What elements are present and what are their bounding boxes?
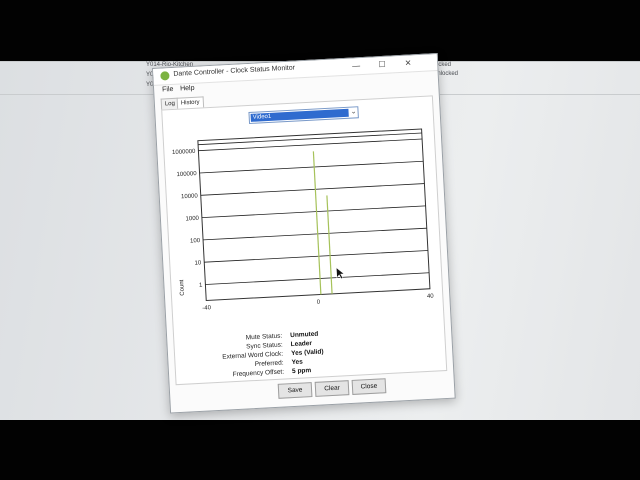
y-tick-label: 1000000 <box>172 149 196 156</box>
word-clock-value: Yes (Valid) <box>290 348 324 358</box>
sync-status-value: Leader <box>290 340 313 349</box>
preferred-value: Yes <box>291 358 303 367</box>
mute-status-label: Mute Status: <box>245 332 283 342</box>
y-tick-label: 100 <box>190 238 201 245</box>
save-button[interactable]: Save <box>277 382 313 399</box>
x-tick-label: 0 <box>317 299 321 305</box>
history-panel: Video1 ⌄ 1 10 100 1000 10000 100000 1000000 -40… <box>161 95 448 386</box>
device-select[interactable]: Video1 ⌄ <box>248 106 359 124</box>
y-tick-label: 10000 <box>181 193 199 200</box>
y-tick-label: 100000 <box>176 171 197 178</box>
letterbox-bottom <box>0 420 640 480</box>
menu-help[interactable]: Help <box>180 85 195 93</box>
y-axis-label: Count <box>179 279 186 296</box>
chevron-down-icon[interactable]: ⌄ <box>350 107 357 117</box>
frequency-offset-value: 5 ppm <box>291 367 312 376</box>
frequency-offset-label: Frequency Offset: <box>232 368 285 379</box>
preferred-label: Preferred: <box>254 359 284 369</box>
clear-button[interactable]: Clear <box>314 380 350 397</box>
device-select-value: Video1 <box>250 108 349 122</box>
close-window-button[interactable]: ✕ <box>399 56 418 71</box>
y-tick-label: 1 <box>199 283 203 289</box>
mute-status-value: Unmuted <box>290 330 319 340</box>
clock-status-monitor-window: Dante Controller - Clock Status Monitor … <box>152 53 456 414</box>
sync-status-label: Sync Status: <box>246 341 283 351</box>
x-tick-label: 40 <box>427 294 435 300</box>
close-button[interactable]: Close <box>351 378 387 395</box>
letterbox-top <box>0 0 640 61</box>
dante-app-icon <box>160 71 170 81</box>
tab-strip: Log History <box>160 96 204 110</box>
y-tick-label: 10 <box>194 260 202 266</box>
y-tick-label: 1000 <box>185 216 199 223</box>
x-tick-label: -40 <box>202 305 212 311</box>
window-title: Dante Controller - Clock Status Monitor <box>173 64 296 78</box>
menu-file[interactable]: File <box>162 86 174 94</box>
minimize-button[interactable]: — <box>347 59 366 74</box>
maximize-button[interactable]: ☐ <box>373 57 392 72</box>
clock-history-chart: 1 10 100 1000 10000 100000 1000000 -40 0 40 Count <box>172 128 435 312</box>
